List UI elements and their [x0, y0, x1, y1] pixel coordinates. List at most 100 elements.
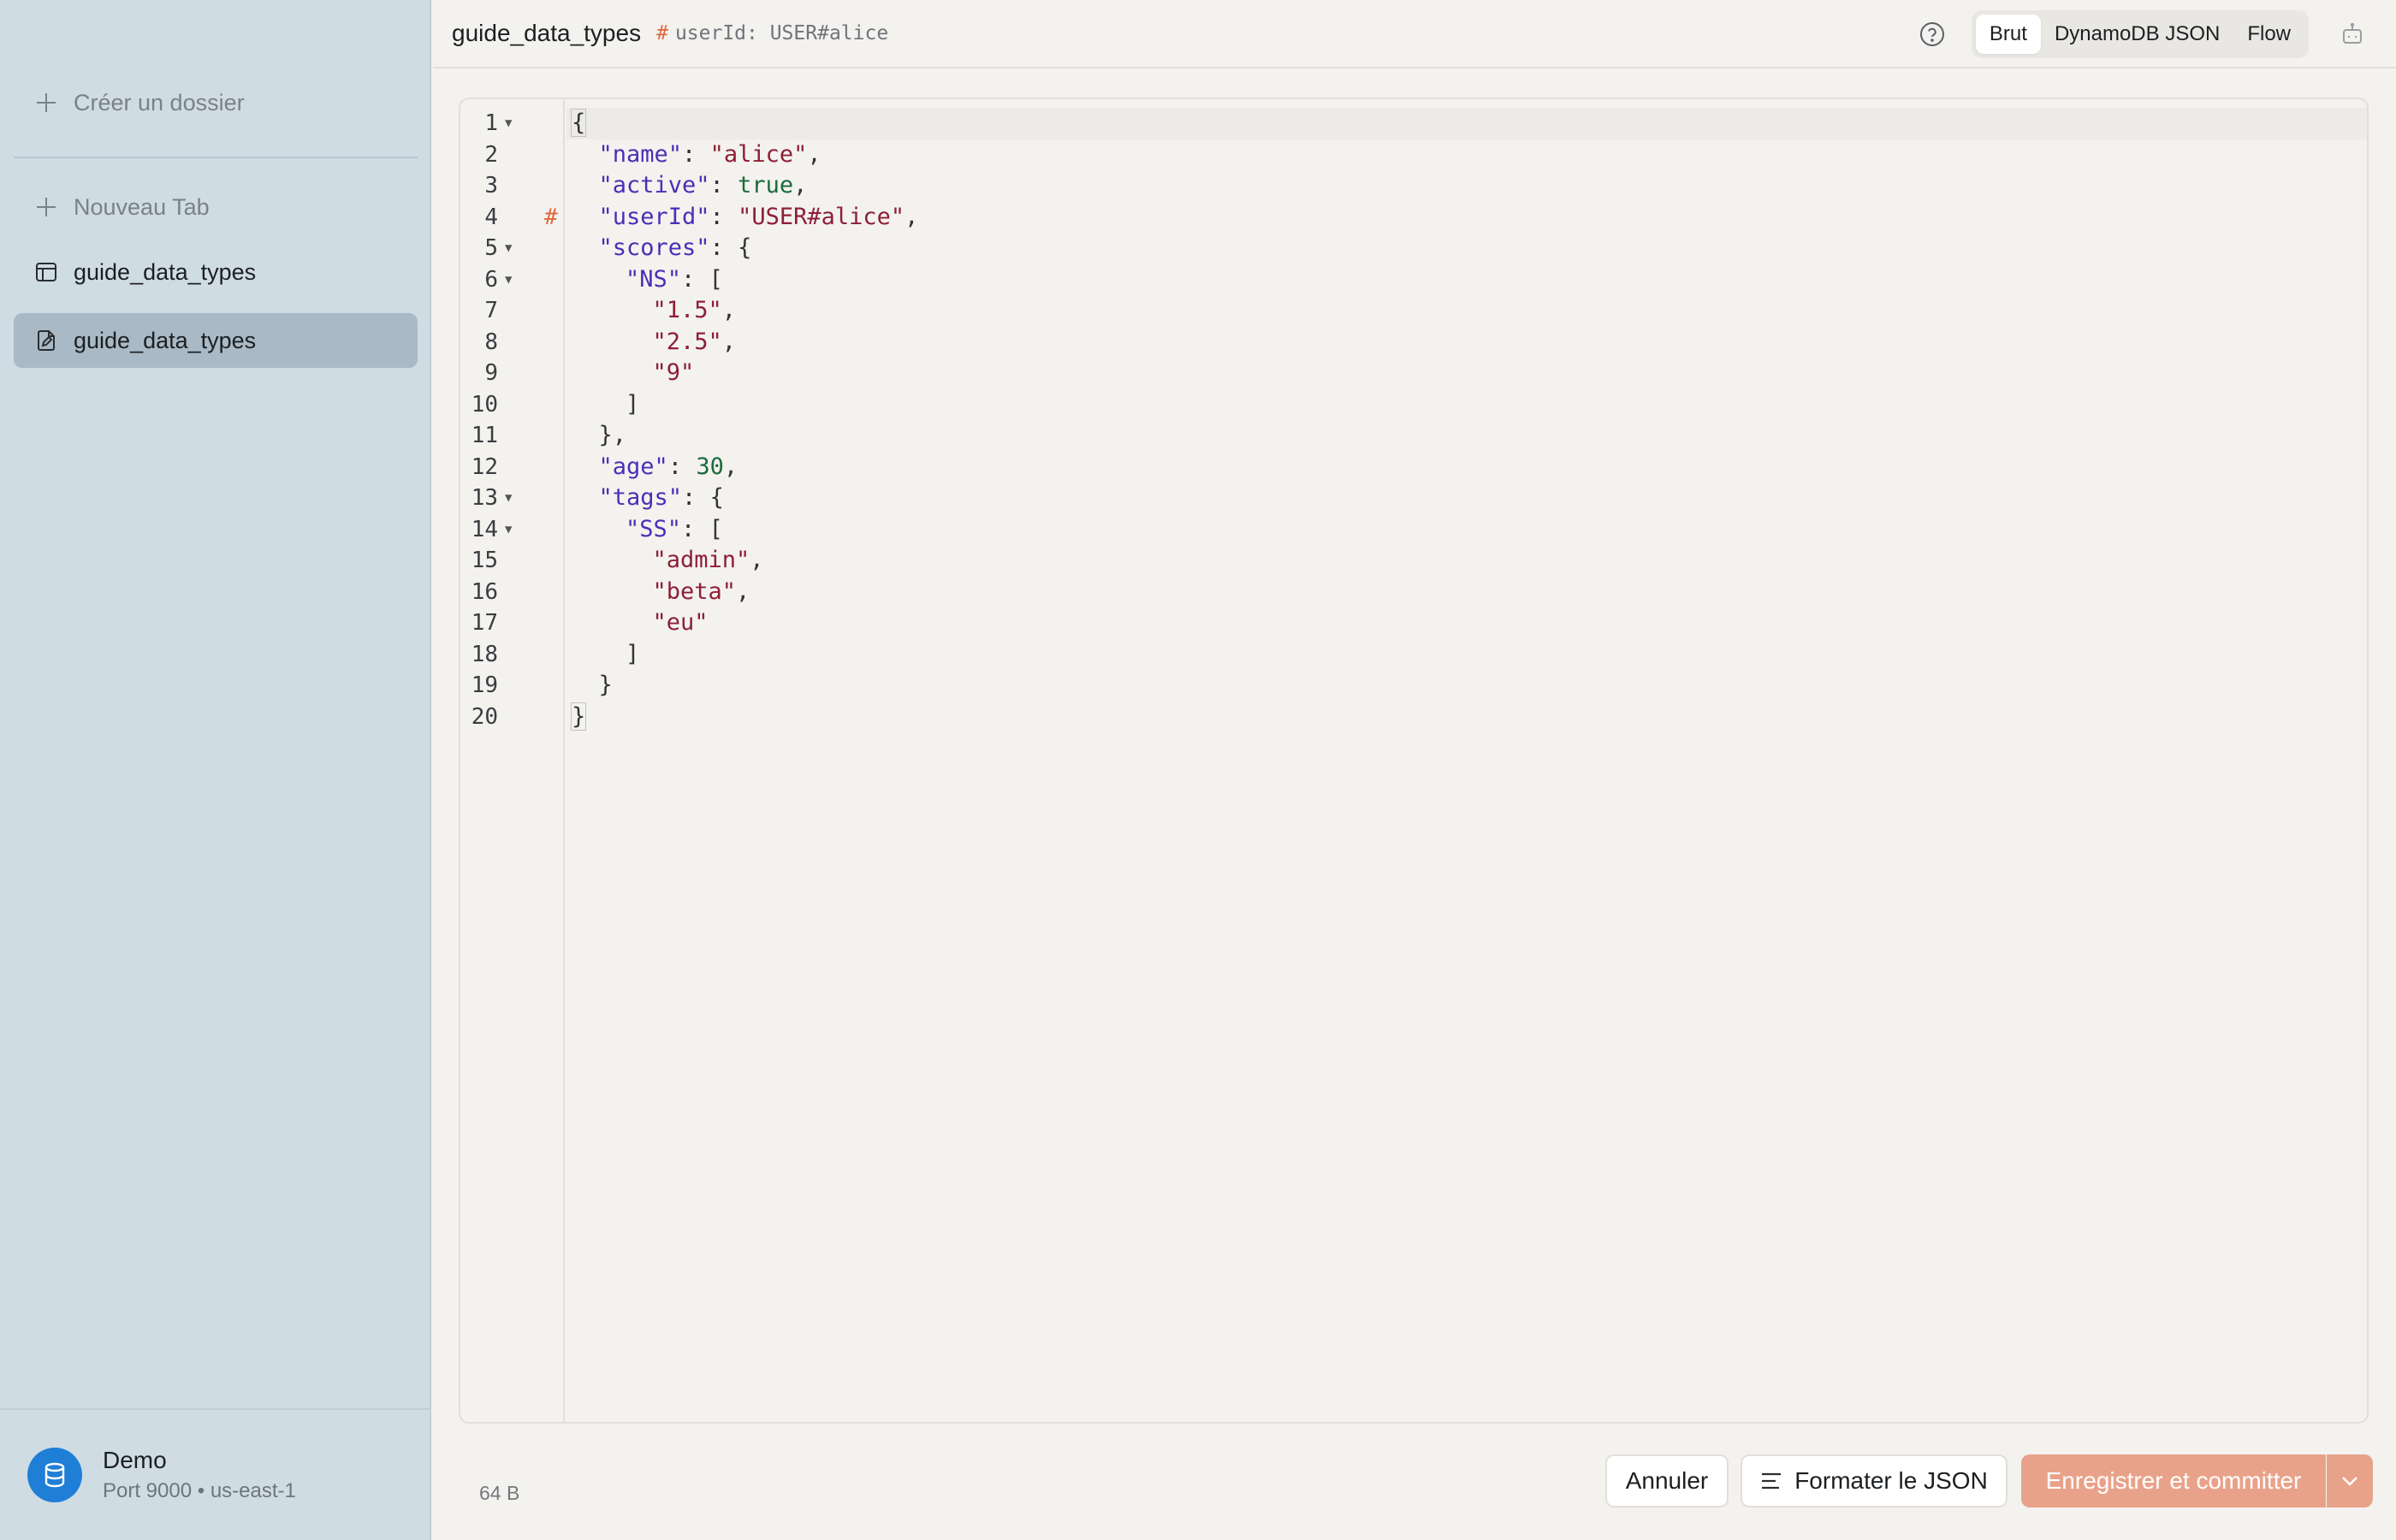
action-bar: 64 B Annuler Formater le JSON Enregistre…: [433, 1429, 2396, 1540]
code-line[interactable]: 10]: [460, 389, 2367, 421]
line-number: 7: [484, 298, 498, 323]
code-line[interactable]: 7 "1.5",: [460, 295, 2367, 327]
code-text: "SS": [: [626, 515, 723, 542]
header: guide_data_types # userId: USER#alice Br…: [433, 0, 2396, 68]
line-number: 13: [471, 485, 498, 511]
save-commit-button[interactable]: Enregistrer et committer: [2021, 1454, 2326, 1507]
code-line[interactable]: 4 # "userId": "USER#alice",: [460, 202, 2367, 234]
line-number: 2: [484, 141, 498, 168]
code-text: ]: [626, 390, 640, 418]
fold-toggle-icon[interactable]: ▼: [505, 514, 512, 546]
sidebar-divider: [14, 157, 418, 158]
json-editor[interactable]: 1 ▼ {2 "name": "alice", 3 "active": true, 4 # "u…: [459, 98, 2369, 1424]
format-json-button[interactable]: Formater le JSON: [1741, 1454, 2008, 1507]
line-number: 10: [471, 391, 498, 418]
line-number: 14: [471, 516, 498, 542]
robot-icon[interactable]: [2340, 21, 2365, 47]
line-number: 5: [484, 235, 498, 261]
code-line[interactable]: 5 ▼ "scores": {: [460, 233, 2367, 264]
align-left-icon: [1760, 1472, 1782, 1490]
view-mode-toggle: Brut DynamoDB JSON Flow: [1971, 10, 2309, 58]
table-icon: [22, 261, 70, 283]
view-mode-flow[interactable]: Flow: [2233, 15, 2304, 54]
code-text: "eu": [652, 609, 709, 636]
code-text: "9": [652, 359, 695, 386]
code-line[interactable]: 2 "name": "alice",: [460, 139, 2367, 171]
line-number: 16: [471, 578, 498, 605]
code-text: {: [570, 109, 587, 137]
code-line[interactable]: 1 ▼ {: [460, 108, 2367, 139]
line-number: 8: [484, 329, 498, 355]
view-mode-dynamodb-json[interactable]: DynamoDB JSON: [2041, 15, 2233, 54]
fold-toggle-icon[interactable]: ▼: [505, 233, 512, 264]
code-line[interactable]: 18]: [460, 639, 2367, 671]
code-line[interactable]: 8 "2.5",: [460, 327, 2367, 358]
database-icon: [27, 1448, 82, 1502]
code-text: "userId": "USER#alice",: [598, 203, 919, 230]
fold-toggle-icon[interactable]: ▼: [505, 108, 512, 139]
code-text: "age": 30,: [598, 453, 738, 480]
sidebar-item-label: guide_data_types: [74, 258, 257, 285]
primary-key-label: userId: USER#alice: [674, 22, 889, 44]
code-text: "tags": {: [598, 484, 724, 511]
connection-meta: Port 9000 • us-east-1: [103, 1479, 296, 1502]
line-number: 9: [484, 360, 498, 386]
hash-key-icon: #: [656, 22, 668, 44]
line-number: 15: [471, 548, 498, 573]
code-text: }: [598, 672, 613, 698]
code-text: "beta",: [652, 578, 750, 605]
line-number: 6: [484, 266, 498, 293]
code-line[interactable]: 11},: [460, 420, 2367, 452]
code-line[interactable]: 13 ▼ "tags": {: [460, 483, 2367, 514]
code-line[interactable]: 15 "admin",: [460, 545, 2367, 577]
code-line[interactable]: 20}: [460, 702, 2367, 733]
line-number: 11: [471, 423, 498, 448]
code-line[interactable]: 6 ▼ "NS": [: [460, 264, 2367, 296]
code-text: "admin",: [652, 547, 764, 573]
plus-icon: [22, 92, 70, 113]
code-line[interactable]: 3 "active": true,: [460, 170, 2367, 202]
view-mode-raw[interactable]: Brut: [1975, 15, 2041, 54]
line-number: 1: [484, 110, 498, 136]
new-tab-button[interactable]: Nouveau Tab: [14, 180, 418, 234]
code-line[interactable]: 17 "eu": [460, 607, 2367, 639]
new-tab-label: Nouveau Tab: [74, 193, 210, 220]
line-number: 3: [484, 173, 498, 198]
sidebar-item-document[interactable]: guide_data_types: [14, 313, 418, 368]
code-text: "scores": {: [598, 234, 752, 261]
format-json-label: Formater le JSON: [1794, 1467, 1988, 1494]
fold-toggle-icon[interactable]: ▼: [505, 483, 512, 514]
plus-icon: [22, 197, 70, 217]
code-text: ]: [626, 640, 640, 667]
help-icon[interactable]: [1919, 21, 1946, 48]
fold-toggle-icon[interactable]: ▼: [505, 264, 512, 296]
code-line[interactable]: 14 ▼ "SS": [: [460, 514, 2367, 546]
line-number: 20: [471, 703, 498, 730]
create-folder-button[interactable]: Créer un dossier: [14, 75, 418, 130]
cancel-button[interactable]: Annuler: [1605, 1454, 1729, 1507]
page-title: guide_data_types: [452, 20, 642, 46]
code-line[interactable]: 12 "age": 30,: [460, 452, 2367, 483]
document-size: 64 B: [479, 1482, 520, 1504]
sidebar-item-table[interactable]: guide_data_types: [14, 245, 418, 299]
chevron-down-icon: [2340, 1475, 2359, 1487]
line-number: 19: [471, 672, 498, 698]
code-line[interactable]: 16 "beta",: [460, 577, 2367, 608]
connection-footer[interactable]: Demo Port 9000 • us-east-1: [0, 1408, 431, 1540]
code-text: "2.5",: [652, 328, 737, 355]
line-number: 17: [471, 610, 498, 636]
connection-name: Demo: [103, 1447, 167, 1473]
create-folder-label: Créer un dossier: [74, 89, 245, 116]
code-text: "1.5",: [652, 297, 737, 323]
code-line[interactable]: 9 "9": [460, 358, 2367, 389]
line-number: 4: [484, 204, 498, 230]
code-text: "active": true,: [598, 172, 808, 198]
partition-key-marker-icon: #: [544, 204, 558, 230]
code-line[interactable]: 19}: [460, 670, 2367, 702]
document-edit-icon: [22, 329, 70, 352]
code-text: "NS": [: [626, 265, 723, 293]
code-text: },: [598, 422, 627, 448]
code-text: }: [570, 702, 587, 731]
code-text: "name": "alice",: [598, 140, 821, 168]
save-options-dropdown[interactable]: [2326, 1454, 2373, 1507]
